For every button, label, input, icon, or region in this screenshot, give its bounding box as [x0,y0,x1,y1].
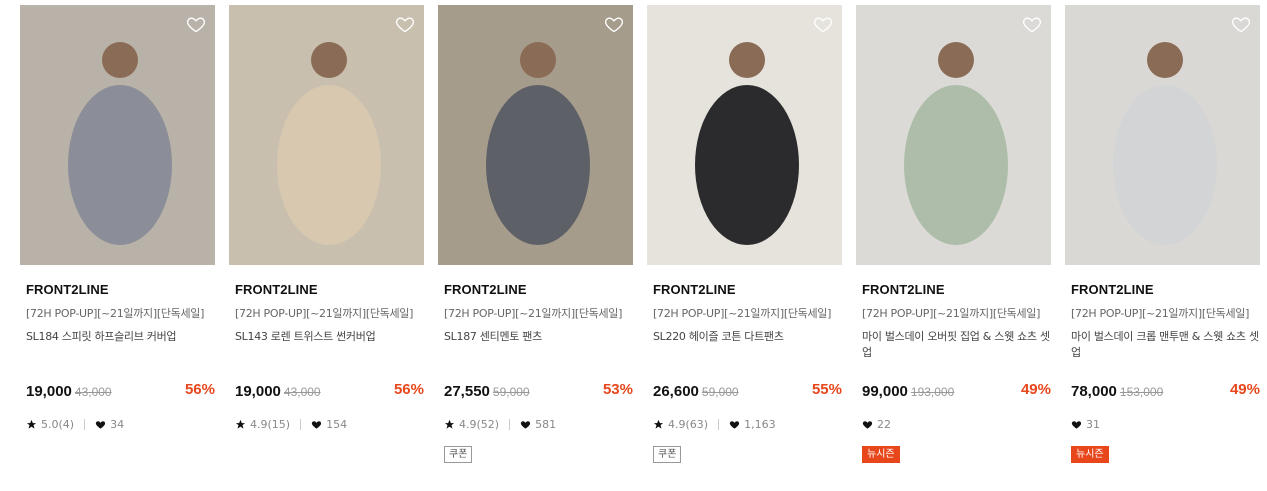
like-heart-icon [1071,419,1082,430]
product-brand[interactable]: FRONT2LINE [26,282,215,297]
product-name[interactable]: SL187 센티멘토 팬츠 [444,329,632,363]
original-price: 59,000 [701,385,739,399]
product-image[interactable] [20,5,215,265]
original-price: 59,000 [492,385,530,399]
star-icon [26,419,37,430]
wishlist-heart-icon[interactable] [395,14,415,34]
sale-price: 27,550 [444,383,490,400]
product-promo[interactable]: [72H POP-UP][~21일까지][단독세일] [1071,305,1259,321]
product-name[interactable]: SL184 스피릿 하프슬리브 커버업 [26,329,214,363]
discount-rate: 49% [1020,381,1051,398]
price-row: 27,550 59,000 53% [444,381,633,401]
product-image[interactable] [856,5,1051,265]
like-count: 31 [1086,417,1100,431]
like-heart-icon [729,419,740,430]
rating-text: 4.9(15) [250,417,291,431]
rating-text: 4.9(63) [668,417,709,431]
product-meta: 4.9(52) 581 [444,417,556,431]
sale-price: 26,600 [653,383,699,400]
like-heart-icon [311,419,322,430]
star-icon [444,419,455,430]
discount-rate: 56% [393,381,424,398]
price-row: 26,600 59,000 55% [653,381,842,401]
product-card[interactable]: FRONT2LINE [72H POP-UP][~21일까지][단독세일] 마이 벌… [1065,5,1260,463]
like-count: 22 [877,417,891,431]
coupon-badge: 쿠폰 [653,446,682,463]
product-card[interactable]: FRONT2LINE [72H POP-UP][~21일까지][단독세일] SL14… [229,5,424,431]
product-image[interactable] [647,5,842,265]
product-card[interactable]: FRONT2LINE [72H POP-UP][~21일까지][단독세일] SL18… [438,5,633,463]
product-brand[interactable]: FRONT2LINE [653,282,842,297]
wishlist-heart-icon[interactable] [186,14,206,34]
product-name[interactable]: SL220 헤이즐 코튼 다트팬츠 [653,329,841,363]
product-name[interactable]: SL143 로렌 트위스트 썬커버업 [235,329,423,363]
product-card[interactable]: FRONT2LINE [72H POP-UP][~21일까지][단독세일] SL18… [20,5,215,431]
star-icon [235,419,246,430]
rating-text: 4.9(52) [459,417,500,431]
wishlist-heart-icon[interactable] [1231,14,1251,34]
product-meta: 4.9(63) 1,163 [653,417,776,431]
product-meta: 5.0(4) 34 [26,417,124,431]
product-meta: 4.9(15) 154 [235,417,347,431]
discount-rate: 53% [602,381,633,398]
product-meta: 22 [862,417,891,431]
product-brand[interactable]: FRONT2LINE [1071,282,1260,297]
sale-price: 99,000 [862,383,908,400]
new-season-badge: 뉴시즌 [862,446,900,463]
original-price: 193,000 [910,385,955,399]
product-brand[interactable]: FRONT2LINE [862,282,1051,297]
discount-rate: 56% [184,381,215,398]
coupon-badge: 쿠폰 [444,446,473,463]
product-meta: 31 [1071,417,1100,431]
like-count: 34 [110,417,125,431]
product-image[interactable] [229,5,424,265]
discount-rate: 49% [1229,381,1260,398]
product-brand[interactable]: FRONT2LINE [235,282,424,297]
meta-divider [509,418,511,430]
product-promo[interactable]: [72H POP-UP][~21일까지][단독세일] [444,305,632,321]
wishlist-heart-icon[interactable] [604,14,624,34]
product-brand[interactable]: FRONT2LINE [444,282,633,297]
star-icon [653,419,664,430]
original-price: 43,000 [74,385,112,399]
product-card[interactable]: FRONT2LINE [72H POP-UP][~21일까지][단독세일] SL22… [647,5,842,463]
price-row: 99,000 193,000 49% [862,381,1051,401]
meta-divider [84,418,86,430]
discount-rate: 55% [811,381,842,398]
original-price: 153,000 [1119,385,1164,399]
like-heart-icon [520,419,531,430]
like-count: 154 [326,417,348,431]
product-name[interactable]: 마이 벌스데이 오버핏 집업 & 스웻 쇼츠 셋업 [862,329,1050,363]
product-promo[interactable]: [72H POP-UP][~21일까지][단독세일] [235,305,423,321]
product-name[interactable]: 마이 벌스데이 크롭 맨투맨 & 스웻 쇼츠 셋업 [1071,329,1259,363]
sale-price: 19,000 [26,383,72,400]
new-season-badge: 뉴시즌 [1071,446,1109,463]
like-count: 1,163 [744,417,776,431]
product-promo[interactable]: [72H POP-UP][~21일까지][단독세일] [862,305,1050,321]
sale-price: 19,000 [235,383,281,400]
meta-divider [300,418,302,430]
like-count: 581 [535,417,557,431]
rating-text: 5.0(4) [41,417,75,431]
price-row: 19,000 43,000 56% [235,381,424,401]
like-heart-icon [95,419,106,430]
price-row: 19,000 43,000 56% [26,381,215,401]
sale-price: 78,000 [1071,383,1117,400]
product-grid: FRONT2LINE [72H POP-UP][~21일까지][단독세일] SL18… [0,0,1267,491]
price-row: 78,000 153,000 49% [1071,381,1260,401]
product-image[interactable] [1065,5,1260,265]
product-image[interactable] [438,5,633,265]
product-card[interactable]: FRONT2LINE [72H POP-UP][~21일까지][단독세일] 마이 벌… [856,5,1051,463]
original-price: 43,000 [283,385,321,399]
product-promo[interactable]: [72H POP-UP][~21일까지][단독세일] [653,305,841,321]
product-promo[interactable]: [72H POP-UP][~21일까지][단독세일] [26,305,214,321]
meta-divider [718,418,720,430]
like-heart-icon [862,419,873,430]
wishlist-heart-icon[interactable] [1022,14,1042,34]
wishlist-heart-icon[interactable] [813,14,833,34]
